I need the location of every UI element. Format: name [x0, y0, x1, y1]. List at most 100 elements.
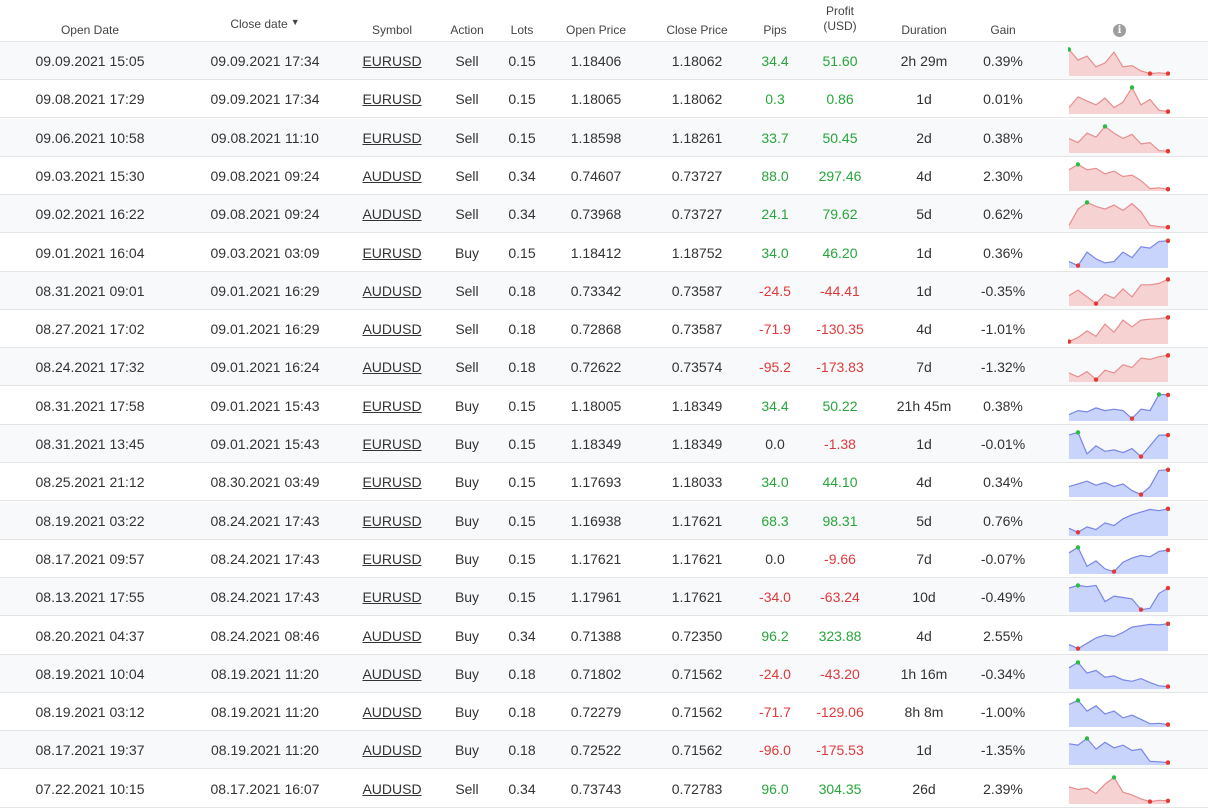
table-row[interactable]: 08.19.2021 03:22 08.24.2021 17:43 EURUSD Bu…: [0, 501, 1208, 540]
header-pips[interactable]: Pips: [750, 0, 800, 41]
pips-cell: 68.3: [761, 512, 789, 529]
table-row[interactable]: 08.13.2021 17:55 08.24.2021 17:43 EURUSD Bu…: [0, 578, 1208, 617]
open-price-cell: 1.18412: [570, 244, 622, 261]
open-date-cell: 08.31.2021 13:45: [35, 436, 145, 452]
table-row[interactable]: 08.20.2021 04:37 08.24.2021 08:46 AUDUSD Bu…: [0, 617, 1208, 655]
close-date-cell: 09.09.2021 17:34: [210, 91, 320, 108]
header-close-date[interactable]: Close date ▼: [200, 0, 330, 41]
close-date-cell: 09.01.2021 16:29: [210, 321, 320, 338]
close-price-cell: 1.17621: [671, 512, 723, 529]
table-row[interactable]: 08.25.2021 21:12 08.30.2021 03:49 EURUSD Bu…: [0, 463, 1208, 502]
action-cell: Sell: [455, 91, 479, 108]
close-date-cell: 09.09.2021 17:34: [210, 53, 320, 69]
lots-cell: 0.18: [508, 742, 536, 759]
header-action[interactable]: Action: [437, 0, 497, 41]
symbol-link[interactable]: AUDUSD: [352, 348, 432, 386]
gain-cell: -1.01%: [980, 321, 1026, 338]
lots-cell: 0.18: [508, 665, 536, 682]
lots-cell: 0.15: [508, 129, 536, 146]
info-icon[interactable]: i: [1113, 24, 1126, 37]
sparkline-area: [1069, 470, 1168, 498]
gain-cell: -0.07%: [980, 550, 1026, 567]
symbol-link[interactable]: EURUSD: [352, 119, 432, 157]
header-gain[interactable]: Gain: [973, 0, 1033, 41]
profit-cell: -9.66: [824, 550, 856, 567]
sparkline-low-marker: [1093, 301, 1099, 306]
table-row[interactable]: 08.17.2021 09:57 08.24.2021 17:43 EURUSD Bu…: [0, 540, 1208, 578]
symbol-link[interactable]: AUDUSD: [352, 195, 432, 233]
open-price-cell: 0.72622: [570, 359, 622, 376]
symbol-link[interactable]: EURUSD: [352, 80, 432, 118]
gain-cell: 0.38%: [983, 397, 1023, 414]
symbol-link[interactable]: AUDUSD: [352, 617, 432, 655]
open-date-cell: 08.19.2021 03:12: [35, 704, 145, 721]
header-profit-line2: (USD): [823, 19, 857, 33]
table-row[interactable]: 09.09.2021 15:05 09.09.2021 17:34 EURUSD Se…: [0, 42, 1208, 80]
table-row[interactable]: 09.02.2021 16:22 09.08.2021 09:24 AUDUSD Se…: [0, 195, 1208, 234]
lots-cell: 0.15: [508, 436, 536, 452]
gain-cell: -1.35%: [980, 742, 1026, 759]
sparkline-area: [1069, 317, 1168, 345]
symbol-link[interactable]: AUDUSD: [352, 731, 432, 769]
header-close-price[interactable]: Close Price: [654, 0, 740, 41]
action-cell: Sell: [455, 780, 479, 797]
table-row[interactable]: 08.19.2021 10:04 08.19.2021 11:20 AUDUSD Bu…: [0, 654, 1208, 693]
table-row[interactable]: 08.17.2021 19:37 08.19.2021 11:20 AUDUSD Bu…: [0, 731, 1208, 770]
header-duration[interactable]: Duration: [884, 0, 964, 41]
symbol-link[interactable]: EURUSD: [352, 387, 432, 425]
symbol-link[interactable]: EURUSD: [352, 234, 432, 272]
table-row[interactable]: 08.24.2021 17:32 09.01.2021 16:24 AUDUSD Se…: [0, 348, 1208, 387]
close-date-cell: 09.01.2021 16:29: [210, 282, 320, 299]
symbol-link[interactable]: AUDUSD: [352, 272, 432, 310]
profit-cell: 98.31: [822, 512, 858, 529]
symbol-link[interactable]: EURUSD: [352, 42, 432, 80]
equity-sparkline: [1068, 774, 1170, 804]
table-row[interactable]: 09.03.2021 15:30 09.08.2021 09:24 AUDUSD Se…: [0, 157, 1208, 195]
symbol-link[interactable]: AUDUSD: [352, 157, 432, 195]
table-row[interactable]: 07.22.2021 10:15 08.17.2021 16:07 AUDUSD Se…: [0, 770, 1208, 808]
sparkline-low-marker: [1075, 645, 1081, 651]
duration-cell: 1d: [916, 742, 932, 759]
symbol-link[interactable]: AUDUSD: [352, 655, 432, 693]
symbol-link[interactable]: EURUSD: [352, 502, 432, 540]
symbol-link[interactable]: AUDUSD: [352, 310, 432, 348]
table-row[interactable]: 09.08.2021 17:29 09.09.2021 17:34 EURUSD Se…: [0, 80, 1208, 119]
action-cell: Buy: [454, 742, 480, 759]
profit-cell: 0.86: [826, 91, 854, 108]
lots-cell: 0.15: [508, 53, 536, 69]
sparkline-low-marker: [1111, 569, 1117, 574]
header-open-date[interactable]: Open Date: [30, 0, 150, 41]
symbol-link[interactable]: AUDUSD: [352, 770, 432, 808]
table-row[interactable]: 09.01.2021 16:04 09.03.2021 03:09 EURUSD Bu…: [0, 234, 1208, 272]
sparkline-area: [1069, 125, 1168, 153]
symbol-link[interactable]: EURUSD: [352, 463, 432, 501]
action-cell: Sell: [455, 282, 479, 299]
header-open-price[interactable]: Open Price: [555, 0, 637, 41]
symbol-link[interactable]: EURUSD: [352, 578, 432, 616]
header-lots[interactable]: Lots: [497, 0, 547, 41]
profit-cell: -173.83: [816, 359, 864, 376]
symbol-link[interactable]: EURUSD: [352, 425, 432, 463]
equity-sparkline: [1068, 238, 1170, 268]
table-row[interactable]: 08.27.2021 17:02 09.01.2021 16:29 AUDUSD Se…: [0, 310, 1208, 349]
pips-cell: 0.3: [765, 91, 785, 108]
symbol-link[interactable]: AUDUSD: [352, 693, 432, 731]
symbol-link[interactable]: EURUSD: [352, 540, 432, 578]
equity-sparkline: [1068, 621, 1170, 651]
gain-cell: -0.49%: [980, 589, 1026, 606]
equity-sparkline: [1068, 200, 1170, 230]
header-profit[interactable]: Profit (USD): [805, 0, 875, 41]
open-price-cell: 0.71388: [570, 627, 622, 644]
duration-cell: 1h 16m: [900, 665, 948, 682]
pips-cell: 96.0: [761, 780, 789, 797]
sparkline-area: [1069, 87, 1168, 115]
profit-cell: -43.20: [820, 665, 860, 682]
table-row[interactable]: 08.31.2021 17:58 09.01.2021 15:43 EURUSD Bu…: [0, 387, 1208, 425]
header-symbol[interactable]: Symbol: [352, 0, 432, 41]
table-row[interactable]: 08.31.2021 13:45 09.01.2021 15:43 EURUSD Bu…: [0, 425, 1208, 463]
table-row[interactable]: 08.31.2021 09:01 09.01.2021 16:29 AUDUSD Se…: [0, 271, 1208, 310]
gain-cell: 0.62%: [983, 206, 1023, 223]
gain-cell: -0.35%: [980, 282, 1026, 299]
table-row[interactable]: 09.06.2021 10:58 09.08.2021 11:10 EURUSD Se…: [0, 118, 1208, 157]
table-row[interactable]: 08.19.2021 03:12 08.19.2021 11:20 AUDUSD Bu…: [0, 693, 1208, 732]
